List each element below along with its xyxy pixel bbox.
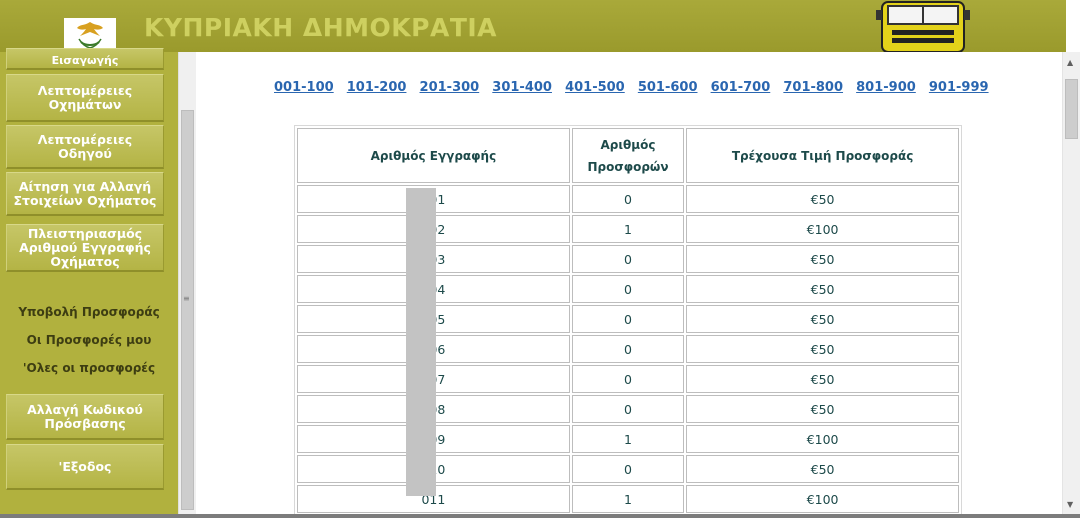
current-price: €50	[686, 245, 959, 273]
current-price: €50	[686, 305, 959, 333]
current-price: €50	[686, 185, 959, 213]
range-link-401-500[interactable]: 401-500	[565, 80, 625, 95]
current-price: €50	[686, 335, 959, 363]
grip-icon: ≡	[183, 294, 190, 303]
sidebar-item-plate-auction[interactable]: Πλειστηριασμός Αριθμού Εγγραφής Οχήματος	[6, 224, 164, 272]
current-price: €50	[686, 365, 959, 393]
truck-icon	[876, 1, 970, 52]
sidebar-item-vehicle-change-request[interactable]: Αίτηση για Αλλαγή Στοιχείων Οχήματος	[6, 172, 164, 216]
sidebar-link-all-bids[interactable]: 'Ολες οι προσφορές	[0, 361, 178, 375]
bid-count: 0	[571, 335, 685, 363]
bid-count: 1	[571, 425, 685, 453]
bid-count: 1	[571, 215, 685, 243]
current-price: €50	[686, 455, 959, 483]
range-link-601-700[interactable]: 601-700	[711, 80, 771, 95]
header-bid-count-line1: Αριθμός	[600, 137, 656, 152]
sidebar-item-label: Πλειστηριασμός Αριθμού Εγγραφής Οχήματος	[19, 225, 151, 269]
window-bottom-edge	[0, 514, 1080, 518]
sidebar-link-submit-bid[interactable]: Υποβολή Προσφοράς	[0, 305, 178, 319]
table-header-row: Αριθμός Εγγραφής Αριθμός Προσφορών Τρέχο…	[297, 128, 959, 183]
sidebar: Εισαγωγής Λεπτομέρειες Οχημάτων Λεπτομέρ…	[0, 48, 178, 518]
main-scrollbar[interactable]: ▲ ▼	[1062, 52, 1080, 514]
bid-count: 0	[571, 245, 685, 273]
sidebar-item-label: Αλλαγή Κωδικού Πρόσβασης	[27, 401, 143, 431]
sidebar-item-logout[interactable]: 'Εξοδος	[6, 444, 164, 490]
table-row[interactable]: 011 1 €100	[297, 485, 959, 513]
current-price: €100	[686, 425, 959, 453]
sidebar-item-vehicle-details[interactable]: Λεπτομέρειες Οχημάτων	[6, 74, 164, 122]
range-nav: 001-100 101-200 201-300 301-400 401-500 …	[274, 76, 997, 95]
table-row[interactable]: 0080€50	[297, 395, 959, 423]
current-price: €50	[686, 395, 959, 423]
table-row[interactable]: 0030€50	[297, 245, 959, 273]
table-row[interactable]: 0091€100	[297, 425, 959, 453]
bids-table: Αριθμός Εγγραφής Αριθμός Προσφορών Τρέχο…	[294, 125, 962, 516]
main-content: 001-100 101-200 201-300 301-400 401-500 …	[196, 52, 1062, 516]
bid-count: 0	[571, 185, 685, 213]
cyprus-emblem-icon	[64, 18, 116, 52]
bid-count: 0	[571, 455, 685, 483]
range-link-301-400[interactable]: 301-400	[492, 80, 552, 95]
sidebar-item-label: Εισαγωγής	[51, 54, 119, 67]
sidebar-scroll-thumb[interactable]	[181, 110, 194, 510]
sidebar-item-change-password[interactable]: Αλλαγή Κωδικού Πρόσβασης	[6, 394, 164, 440]
table-row[interactable]: 0100€50	[297, 455, 959, 483]
header-edge	[1066, 0, 1080, 52]
range-link-701-800[interactable]: 701-800	[783, 80, 843, 95]
scroll-down-arrow-icon[interactable]: ▼	[1067, 500, 1073, 509]
sidebar-link-my-bids[interactable]: Οι Προσφορές μου	[0, 333, 178, 347]
table-row[interactable]: 0060€50	[297, 335, 959, 363]
range-link-001-100[interactable]: 001-100	[274, 80, 334, 95]
sidebar-item-label: Αίτηση για Αλλαγή Στοιχείων Οχήματος	[13, 178, 157, 208]
range-link-901-999[interactable]: 901-999	[929, 80, 989, 95]
header-registration: Αριθμός Εγγραφής	[297, 128, 570, 183]
range-link-801-900[interactable]: 801-900	[856, 80, 916, 95]
current-price: €50	[686, 275, 959, 303]
app-title: ΚΥΠΡΙΑΚΗ ΔΗΜΟΚΡΑΤΙΑ	[144, 13, 498, 42]
sidebar-item-driver-details[interactable]: Λεπτομέρειες Οδηγού	[6, 125, 164, 169]
bid-count: 0	[571, 365, 685, 393]
header-bid-count-line2: Προσφορών	[587, 159, 669, 174]
table-row[interactable]: 0050€50	[297, 305, 959, 333]
table-row[interactable]: 0010€50	[297, 185, 959, 213]
table-row[interactable]: 0021€100	[297, 215, 959, 243]
scroll-up-arrow-icon[interactable]: ▲	[1067, 58, 1073, 67]
sidebar-item-label: Λεπτομέρειες Οδηγού	[37, 131, 133, 161]
table-row[interactable]: 0040€50	[297, 275, 959, 303]
current-price: €100	[686, 215, 959, 243]
main-scroll-thumb[interactable]	[1065, 79, 1078, 139]
table-row[interactable]: 0070€50	[297, 365, 959, 393]
header-bid-count: Αριθμός Προσφορών	[571, 128, 685, 183]
sidebar-scrollbar[interactable]: ≡	[178, 52, 196, 514]
bid-count: 0	[571, 305, 685, 333]
bid-count: 1	[571, 485, 685, 513]
bid-count: 0	[571, 275, 685, 303]
header-bar: ΚΥΠΡΙΑΚΗ ΔΗΜΟΚΡΑΤΙΑ	[0, 0, 1080, 52]
sidebar-item-label: 'Εξοδος	[58, 458, 112, 474]
redaction-block	[406, 188, 436, 496]
current-price: €100	[686, 485, 959, 513]
header-current-price: Τρέχουσα Τιμή Προσφοράς	[686, 128, 959, 183]
range-link-101-200[interactable]: 101-200	[347, 80, 407, 95]
sidebar-item-import[interactable]: Εισαγωγής	[6, 48, 164, 70]
range-link-501-600[interactable]: 501-600	[638, 80, 698, 95]
range-link-201-300[interactable]: 201-300	[420, 80, 480, 95]
bid-count: 0	[571, 395, 685, 423]
sidebar-item-label: Λεπτομέρειες Οχημάτων	[37, 82, 133, 112]
